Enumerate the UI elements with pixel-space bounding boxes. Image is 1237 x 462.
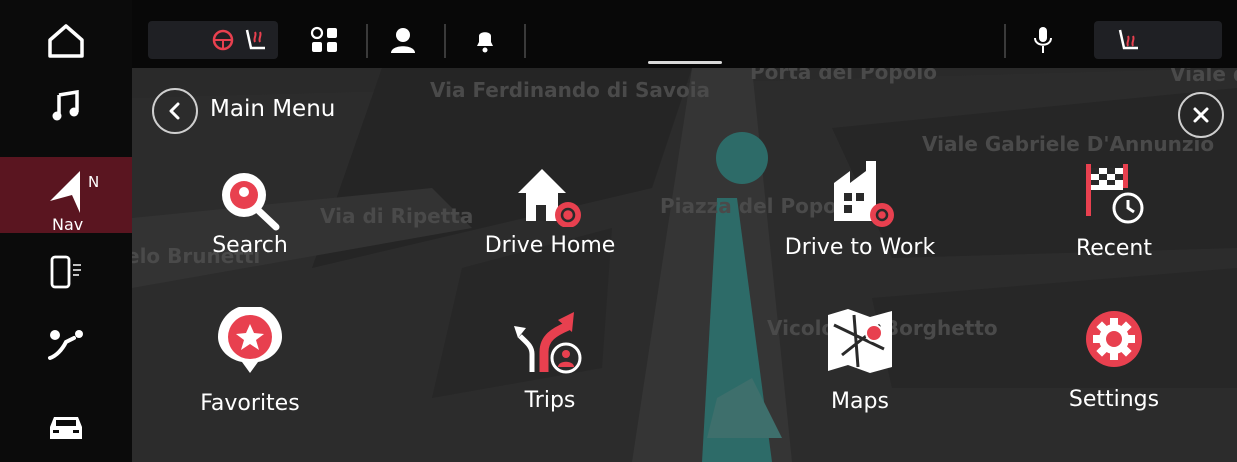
search-icon (222, 173, 280, 231)
user-icon (391, 28, 415, 53)
voice-button[interactable] (1028, 22, 1058, 58)
screen: Via Ferdinando di Savoia Via di Ripetta … (0, 0, 1237, 462)
page-title: Main Menu (210, 96, 336, 122)
menu-item-drive-to-work[interactable]: Drive to Work (750, 157, 970, 277)
divider (524, 24, 526, 58)
phone-icon (50, 255, 81, 289)
settings-icon (1086, 311, 1142, 367)
menu-item-settings[interactable]: Settings (1004, 305, 1224, 425)
menu-item-maps[interactable]: Maps (750, 305, 970, 425)
drawer-handle[interactable] (648, 61, 722, 64)
maps-icon (828, 309, 892, 373)
media-button[interactable] (0, 78, 132, 134)
nav-label: Nav (52, 215, 84, 234)
street-label: Via Ferdinando di Savoia (430, 78, 711, 102)
steering-heat-icon (208, 22, 238, 58)
street-label: Viale Gabriele D'Annunzio (922, 132, 1215, 156)
microphone-icon (1034, 27, 1052, 53)
fan-seat-icon (48, 330, 83, 360)
close-button[interactable] (1178, 92, 1224, 138)
menu-label: Settings (1068, 387, 1160, 412)
work-icon (834, 161, 894, 227)
status-bar (132, 0, 1237, 68)
divider (366, 24, 368, 58)
passenger-seat-heat-icon (1112, 22, 1144, 58)
recent-icon (1086, 164, 1144, 224)
home-outline-icon (48, 24, 84, 58)
back-button[interactable] (152, 88, 198, 134)
menu-item-drive-home[interactable]: Drive Home (440, 165, 660, 285)
apps-grid-icon (310, 26, 337, 52)
climate-button[interactable] (0, 318, 132, 370)
car-icon (50, 417, 82, 439)
compass-arrow-icon (50, 171, 80, 213)
divider (1004, 24, 1006, 58)
home-icon (518, 169, 581, 227)
divider (444, 24, 446, 58)
favorites-icon (218, 307, 282, 373)
vehicle-button[interactable] (0, 402, 132, 450)
heading-indicator: N (88, 173, 100, 191)
menu-label: Drive to Work (784, 235, 936, 260)
apps-button[interactable] (308, 22, 342, 58)
street-label: Viale del (1170, 68, 1237, 86)
menu-label: Search (212, 233, 288, 258)
left-rail: N Nav (0, 0, 132, 462)
street-label: Porta del Popolo (750, 68, 938, 84)
menu-label: Trips (524, 388, 576, 413)
chevron-left-icon (169, 102, 180, 120)
music-note-icon (52, 90, 79, 121)
nav-button[interactable]: N Nav (0, 157, 132, 234)
notifications-button[interactable] (470, 22, 500, 58)
menu-item-recent[interactable]: Recent (1004, 160, 1224, 280)
menu-item-favorites[interactable]: Favorites (140, 307, 360, 427)
bell-icon (477, 32, 493, 53)
trips-icon (514, 312, 582, 374)
seat-heat-icon (240, 22, 270, 58)
menu-item-trips[interactable]: Trips (440, 312, 660, 432)
phone-projection-button[interactable] (0, 248, 132, 298)
menu-label: Drive Home (484, 233, 616, 258)
menu-item-search[interactable]: Search (140, 165, 360, 285)
menu-label: Recent (1075, 236, 1153, 261)
menu-label: Maps (831, 389, 889, 414)
profile-button[interactable] (386, 22, 420, 58)
menu-label: Favorites (200, 391, 300, 416)
home-button[interactable] (0, 12, 132, 70)
close-icon (1193, 107, 1209, 123)
